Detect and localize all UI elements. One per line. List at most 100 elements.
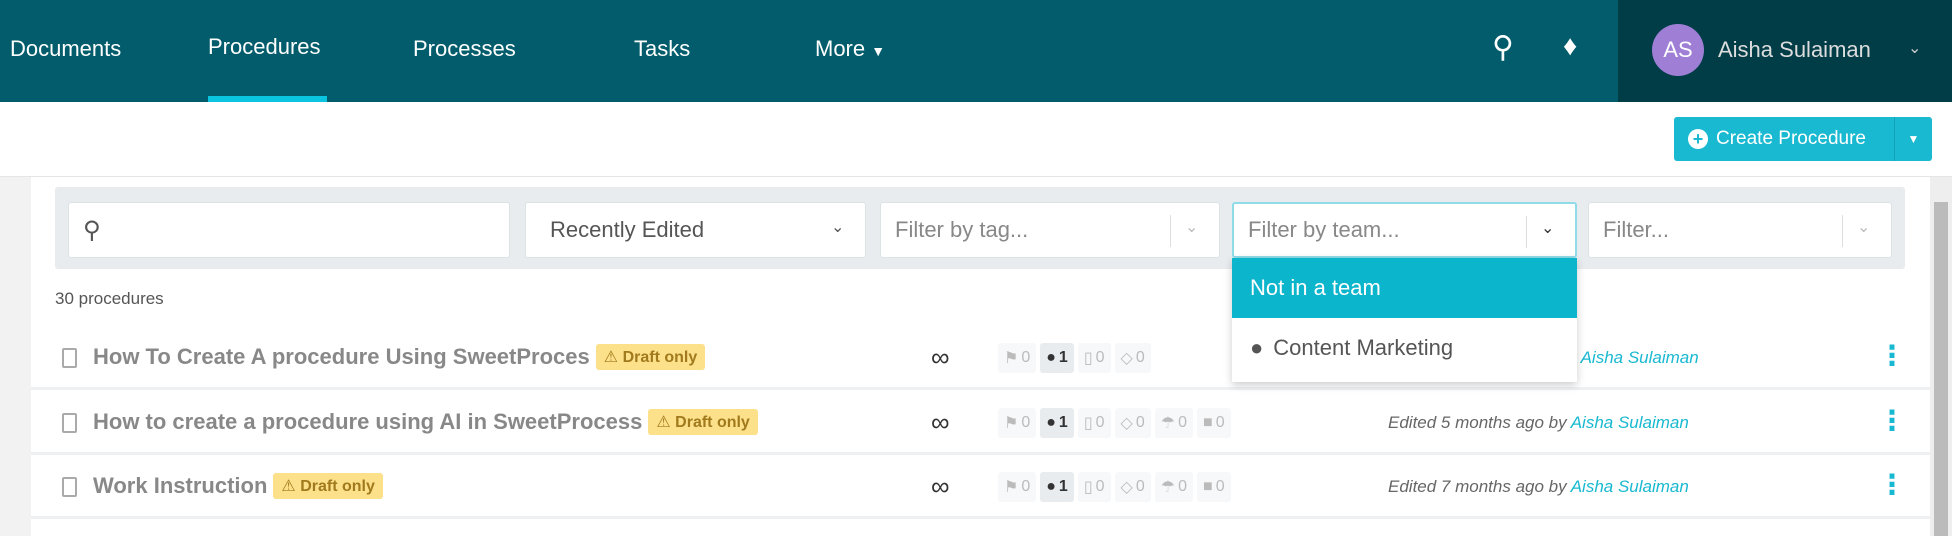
tags-count[interactable]: ⚑ 0 [998, 343, 1037, 373]
procedure-title[interactable]: How To Create A procedure Using SweetPro… [93, 344, 590, 370]
action-bar [0, 102, 1952, 177]
create-options-caret[interactable]: ▼ [1894, 117, 1932, 161]
team-filter[interactable]: Filter by team... ⌄ [1232, 202, 1577, 258]
nav-more-label: More [815, 36, 866, 61]
team-dropdown-menu: Not in a team ● Content Marketing [1232, 258, 1577, 382]
tags-count[interactable]: ⚑ 0 [998, 472, 1037, 502]
draft-label: Draft only [675, 414, 750, 431]
policies-count[interactable]: ◇ 0 [1114, 408, 1151, 438]
folders-count[interactable]: ■ 0 [1197, 472, 1231, 502]
author-link[interactable]: Aisha Sulaiman [1571, 413, 1689, 432]
scrollbar[interactable] [1930, 177, 1952, 536]
documents-count[interactable]: ▯ 0 [1077, 343, 1111, 373]
folders-value: 0 [1215, 478, 1225, 495]
tags-count[interactable]: ⚑ 0 [998, 408, 1037, 438]
table-row[interactable]: How To Create A procedure Using SweetPro… [31, 326, 1930, 390]
author-link[interactable]: Aisha Sulaiman [1581, 348, 1699, 367]
bell-icon[interactable]: ♦ [1563, 30, 1577, 62]
chevron-down-icon: ⌄ [1541, 220, 1555, 237]
approvals-count[interactable]: ☂ 0 [1154, 408, 1194, 438]
more-options-icon[interactable]: ⋮ [1878, 407, 1906, 435]
docs-value: 0 [1095, 478, 1105, 495]
document-icon [62, 348, 77, 368]
teams-count[interactable]: ● 1 [1040, 472, 1074, 502]
avatar: AS [1652, 24, 1704, 76]
folders-count[interactable]: ■ 0 [1197, 408, 1231, 438]
policies-value: 0 [1135, 349, 1145, 366]
docs-value: 0 [1095, 349, 1105, 366]
link-icon[interactable]: ∞ [931, 471, 971, 502]
table-row[interactable]: Work Instruction ⚠ Draft only ∞ ⚑ 0 ● 1 ▯ 0 … [31, 455, 1930, 519]
procedure-title[interactable]: How to create a procedure using AI in Sw… [93, 409, 642, 435]
generic-filter[interactable]: Filter... ⌄ [1588, 202, 1892, 258]
team-filter-placeholder: Filter by team... [1248, 217, 1400, 242]
tags-value: 0 [1021, 349, 1031, 366]
chevron-down-icon: ⌄ [1908, 40, 1922, 57]
teams-count[interactable]: ● 1 [1040, 408, 1074, 438]
page-frame: Documents Procedures Processes Tasks Mor… [0, 0, 1952, 536]
docs-value: 0 [1095, 414, 1105, 431]
option-not-in-a-team[interactable]: Not in a team [1232, 258, 1577, 318]
filter-placeholder: Filter... [1603, 217, 1670, 242]
search-icon[interactable]: ⚲ [1492, 30, 1514, 65]
edited-text: Edited 5 months ago by [1388, 413, 1567, 432]
search-icon: ⚲ [83, 216, 101, 244]
approvals-value: 0 [1178, 414, 1188, 431]
link-icon[interactable]: ∞ [931, 342, 971, 373]
user-menu[interactable]: AS Aisha Sulaiman ⌄ [1618, 0, 1952, 102]
chevron-down-icon: ⌄ [1857, 219, 1871, 236]
divider [1170, 215, 1171, 247]
more-options-icon[interactable]: ⋮ [1878, 342, 1906, 370]
option-label: Not in a team [1250, 275, 1381, 300]
nav-processes[interactable]: Processes [413, 36, 516, 62]
draft-label: Draft only [622, 349, 698, 366]
nav-more[interactable]: More ▼ [815, 36, 885, 62]
option-label: Content Marketing [1273, 335, 1454, 360]
teams-count[interactable]: ● 1 [1040, 343, 1074, 373]
documents-count[interactable]: ▯ 0 [1077, 408, 1111, 438]
tags-value: 0 [1021, 478, 1031, 495]
draft-label: Draft only [300, 478, 375, 495]
create-procedure-button[interactable]: + Create Procedure ▼ [1674, 117, 1932, 161]
sort-value: Recently Edited [550, 217, 705, 242]
teams-value: 1 [1058, 478, 1068, 495]
more-options-icon[interactable]: ⋮ [1878, 471, 1906, 499]
nav-procedures[interactable]: Procedures [208, 34, 321, 60]
plus-circle-icon: + [1688, 129, 1708, 149]
divider [1526, 216, 1527, 248]
sort-select[interactable]: Recently Edited ⌄ [525, 202, 866, 258]
tags-value: 0 [1021, 414, 1031, 431]
procedure-title[interactable]: Work Instruction [93, 473, 267, 499]
draft-badge: ⚠ Draft only [648, 409, 758, 435]
left-gutter [0, 177, 31, 536]
edited-text: Edited 7 months ago by [1388, 477, 1567, 496]
scrollbar-thumb[interactable] [1934, 202, 1948, 536]
policies-value: 0 [1135, 478, 1145, 495]
policies-count[interactable]: ◇ 0 [1114, 343, 1151, 373]
tag-filter-placeholder: Filter by tag... [895, 217, 1029, 242]
draft-badge: ⚠ Draft only [595, 344, 706, 370]
link-icon[interactable]: ∞ [931, 407, 971, 438]
teams-value: 1 [1058, 414, 1068, 431]
document-icon [62, 413, 77, 433]
procedure-count: 30 procedures [55, 289, 164, 308]
approvals-count[interactable]: ☂ 0 [1154, 472, 1194, 502]
users-icon: ● [1250, 335, 1264, 360]
nav-documents[interactable]: Documents [10, 36, 121, 62]
search-input[interactable]: ⚲ [68, 202, 510, 258]
chevron-down-icon: ⌄ [831, 219, 845, 236]
document-icon [62, 477, 77, 497]
tag-filter[interactable]: Filter by tag... ⌄ [880, 202, 1220, 258]
folders-value: 0 [1215, 414, 1225, 431]
option-content-marketing[interactable]: ● Content Marketing [1232, 318, 1577, 378]
top-nav: Documents Procedures Processes Tasks Mor… [0, 0, 1952, 102]
documents-count[interactable]: ▯ 0 [1077, 472, 1111, 502]
teams-value: 1 [1058, 349, 1068, 366]
policies-count[interactable]: ◇ 0 [1114, 472, 1151, 502]
nav-tasks[interactable]: Tasks [634, 36, 690, 62]
table-row[interactable]: How to create a procedure using AI in Sw… [31, 391, 1930, 455]
draft-badge: ⚠ Draft only [273, 473, 383, 499]
create-procedure-label: Create Procedure [1716, 128, 1866, 149]
chevron-down-icon: ⌄ [1185, 219, 1199, 236]
author-link[interactable]: Aisha Sulaiman [1571, 477, 1689, 496]
